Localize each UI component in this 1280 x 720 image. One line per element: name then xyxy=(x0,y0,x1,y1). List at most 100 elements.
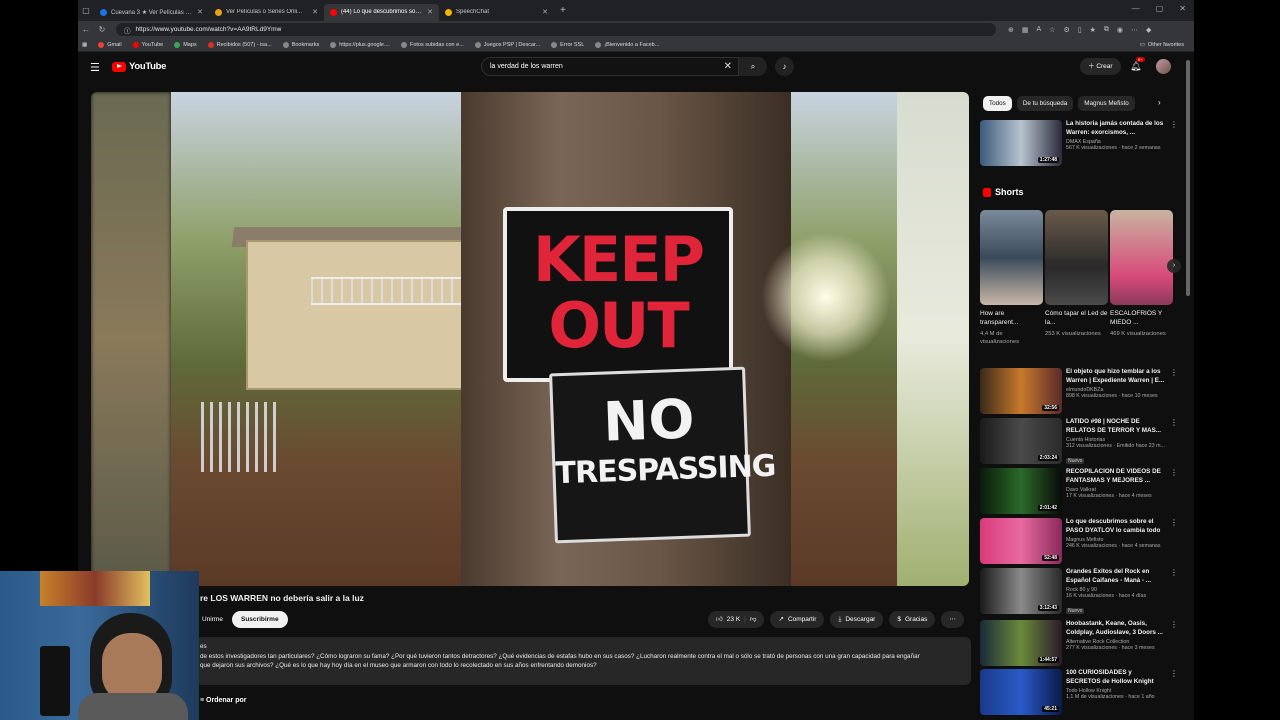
minimize-icon[interactable]: — xyxy=(1132,4,1140,13)
info-icon[interactable]: ⓘ xyxy=(124,25,131,35)
bookmark-youtube[interactable]: YouTube xyxy=(132,41,163,48)
video-thumbnail[interactable]: 1:44:57 xyxy=(980,620,1062,666)
tab-youtube-active[interactable]: (44) Lo que descubrimos sob... ✕ xyxy=(324,3,439,21)
more-vert-icon[interactable]: ⋮ xyxy=(1170,468,1178,477)
voice-search-button[interactable]: ♪ xyxy=(775,57,794,76)
video-title[interactable]: La historia jamás contada de los Warren:… xyxy=(1066,120,1166,137)
more-vert-icon[interactable]: ⋮ xyxy=(1170,518,1178,527)
bookmark-facebook[interactable]: ¡Bienvenido a Faceb... xyxy=(595,41,659,48)
recommended-video[interactable]: 3:12:43 Grandes Éxitos del Rock en Españ… xyxy=(980,568,1180,614)
video-thumbnail[interactable]: 3:12:43 xyxy=(980,568,1062,614)
bookmark-recibidos[interactable]: Recibidos (507) - isa... xyxy=(207,41,272,48)
maximize-icon[interactable]: ▢ xyxy=(1156,4,1164,13)
video-thumbnail[interactable]: 32:56 xyxy=(980,368,1062,414)
notifications-button[interactable]: 🔔︎ 9+ xyxy=(1130,57,1145,72)
profile-icon[interactable]: ◉ xyxy=(1117,26,1123,34)
close-window-icon[interactable]: ✕ xyxy=(1179,4,1186,13)
youtube-logo[interactable]: YouTube xyxy=(112,61,166,72)
video-thumbnail[interactable]: 45:21 xyxy=(980,669,1062,715)
short-thumbnail[interactable] xyxy=(980,210,1043,305)
chip-from-search[interactable]: De tu búsqueda xyxy=(1016,96,1074,111)
chip-all[interactable]: Todos xyxy=(983,96,1012,111)
recommended-video[interactable]: 1:27:48 La historia jamás contada de los… xyxy=(980,120,1180,166)
close-icon[interactable]: ✕ xyxy=(312,8,318,16)
sort-comments-button[interactable]: ≡ Ordenar por xyxy=(200,697,246,704)
recommended-video[interactable]: 45:21 100 CURIOSIDADES y SECRETOS de Hol… xyxy=(980,669,1180,715)
bookmark-maps[interactable]: Maps xyxy=(174,41,197,48)
page-scrollbar[interactable] xyxy=(1186,60,1190,296)
short-thumbnail[interactable] xyxy=(1110,210,1173,305)
recommended-video[interactable]: 2:03:24 LATIDO #98 | NOCHE DE RELATOS DE… xyxy=(980,418,1180,464)
recommended-video[interactable]: 52:48 Lo que descubrimos sobre el PASO D… xyxy=(980,518,1180,564)
close-icon[interactable]: ✕ xyxy=(427,8,433,16)
thanks-button[interactable]: $ Gracias xyxy=(889,611,936,628)
tab-actions-icon[interactable]: ▢ xyxy=(78,6,94,15)
bookmark-bookmarks[interactable]: Bookmarks xyxy=(282,41,319,48)
clear-search-icon[interactable]: ✕ xyxy=(724,61,732,72)
short-item[interactable]: Cómo tapar el Led de la... 253 K visuali… xyxy=(1045,210,1108,338)
video-player[interactable]: KEEP OUT NO TRESPASSING xyxy=(91,92,969,586)
description-box[interactable]: es de estos investigadores tan particula… xyxy=(196,637,971,685)
other-favorites[interactable]: ▭ Other favorites xyxy=(1140,42,1184,48)
tab-cuevana[interactable]: Cuevana 3 ★ Ver Películas o Se... ✕ xyxy=(94,4,209,21)
split-icon[interactable]: ▯ xyxy=(1078,26,1082,34)
chevron-right-icon[interactable]: › xyxy=(1158,98,1161,107)
shorts-next-button[interactable]: › xyxy=(1167,259,1181,273)
video-title[interactable]: LATIDO #98 | NOCHE DE RELATOS DE TERROR … xyxy=(1066,418,1166,435)
video-title[interactable]: Lo que descubrimos sobre el PASO DYATLOV… xyxy=(1066,518,1166,535)
video-title[interactable]: Grandes Éxitos del Rock en Español Caifa… xyxy=(1066,568,1166,585)
video-thumbnail[interactable]: 52:48 xyxy=(980,518,1062,564)
extension-icon[interactable]: ⚙ xyxy=(1063,26,1069,34)
thumbs-down-icon[interactable]: 👎︎ xyxy=(750,611,757,628)
tab-peliculas[interactable]: Ver Películas o Series Onli... ✕ xyxy=(209,4,324,21)
subscribe-button[interactable]: Suscribirme xyxy=(232,611,288,628)
menu-icon[interactable]: ⋯ xyxy=(1131,26,1138,34)
download-button[interactable]: ⤓ Descargar xyxy=(830,611,884,628)
reader-icon[interactable]: A xyxy=(1037,26,1042,34)
chip-channel[interactable]: Magnus Mefisto xyxy=(1078,96,1135,111)
recommended-video[interactable]: 2:01:42 RECOPILACIÓN DE VIDEOS DE FANTAS… xyxy=(980,468,1180,514)
account-avatar[interactable] xyxy=(1156,59,1171,74)
collections-icon[interactable]: ⧉ xyxy=(1104,26,1109,34)
recommended-video[interactable]: 1:44:57 Hoobastank, Keane, Oasis, Coldpl… xyxy=(980,620,1180,666)
more-vert-icon[interactable]: ⋮ xyxy=(1170,620,1178,629)
join-button[interactable]: Unirme xyxy=(196,611,229,628)
video-thumbnail[interactable]: 2:03:24 xyxy=(980,418,1062,464)
close-icon[interactable]: ✕ xyxy=(542,8,548,16)
reload-icon[interactable]: ↻ xyxy=(94,25,110,34)
video-thumbnail[interactable]: 2:01:42 xyxy=(980,468,1062,514)
short-item[interactable]: ESCALOFRIOS Y MIEDO ... 469 K visualizac… xyxy=(1110,210,1173,338)
video-title[interactable]: El objeto que hizo temblar a los Warren … xyxy=(1066,368,1166,385)
search-input[interactable]: la verdad de los warren ✕ xyxy=(481,57,739,76)
favorites-icon[interactable]: ★ xyxy=(1090,26,1096,34)
video-thumbnail[interactable]: 1:27:48 xyxy=(980,120,1062,166)
apps-icon[interactable]: ▦ xyxy=(1022,26,1029,34)
tab-speechchat[interactable]: SpeechChat ✕ xyxy=(439,4,554,21)
share-button[interactable]: ↗ Compartir xyxy=(770,611,825,628)
video-title[interactable]: RECOPILACIÓN DE VIDEOS DE FANTASMAS Y ME… xyxy=(1066,468,1166,485)
close-icon[interactable]: ✕ xyxy=(197,8,203,16)
video-title[interactable]: 100 CURIOSIDADES y SECRETOS de Hollow Kn… xyxy=(1066,669,1166,686)
apps-grid-icon[interactable]: ▦ xyxy=(82,42,87,48)
more-vert-icon[interactable]: ⋮ xyxy=(1170,669,1178,678)
create-button[interactable]: ＋ Crear xyxy=(1080,58,1121,75)
copilot-icon[interactable]: ◆ xyxy=(1146,26,1151,34)
more-vert-icon[interactable]: ⋮ xyxy=(1170,120,1178,129)
url-input[interactable]: ⓘ https://www.youtube.com/watch?v=AA9tRL… xyxy=(116,23,996,36)
back-icon[interactable]: ← xyxy=(78,25,94,34)
translate-icon[interactable]: ⊕ xyxy=(1008,26,1014,34)
more-vert-icon[interactable]: ⋮ xyxy=(1170,418,1178,427)
video-title[interactable]: Hoobastank, Keane, Oasis, Coldplay, Audi… xyxy=(1066,620,1166,637)
favorite-star-icon[interactable]: ☆ xyxy=(1049,26,1055,34)
bookmark-fotos[interactable]: Fotos subidas con e... xyxy=(400,41,464,48)
bookmark-error-ssl[interactable]: Error SSL xyxy=(551,41,584,48)
short-item[interactable]: How are transparent... 4,4 M de visualiz… xyxy=(980,210,1043,346)
hamburger-menu-icon[interactable]: ☰ xyxy=(90,61,100,74)
more-vert-icon[interactable]: ⋮ xyxy=(1170,568,1178,577)
more-actions-button[interactable]: ⋯ xyxy=(941,611,964,628)
bookmark-juegos[interactable]: Juegos PSP | Descar... xyxy=(474,41,540,48)
like-button[interactable]: 👍︎ 23 K | 👎︎ xyxy=(708,611,765,628)
new-tab-button[interactable]: + xyxy=(554,5,572,16)
short-thumbnail[interactable] xyxy=(1045,210,1108,305)
search-button[interactable]: ⌕ xyxy=(739,57,767,76)
